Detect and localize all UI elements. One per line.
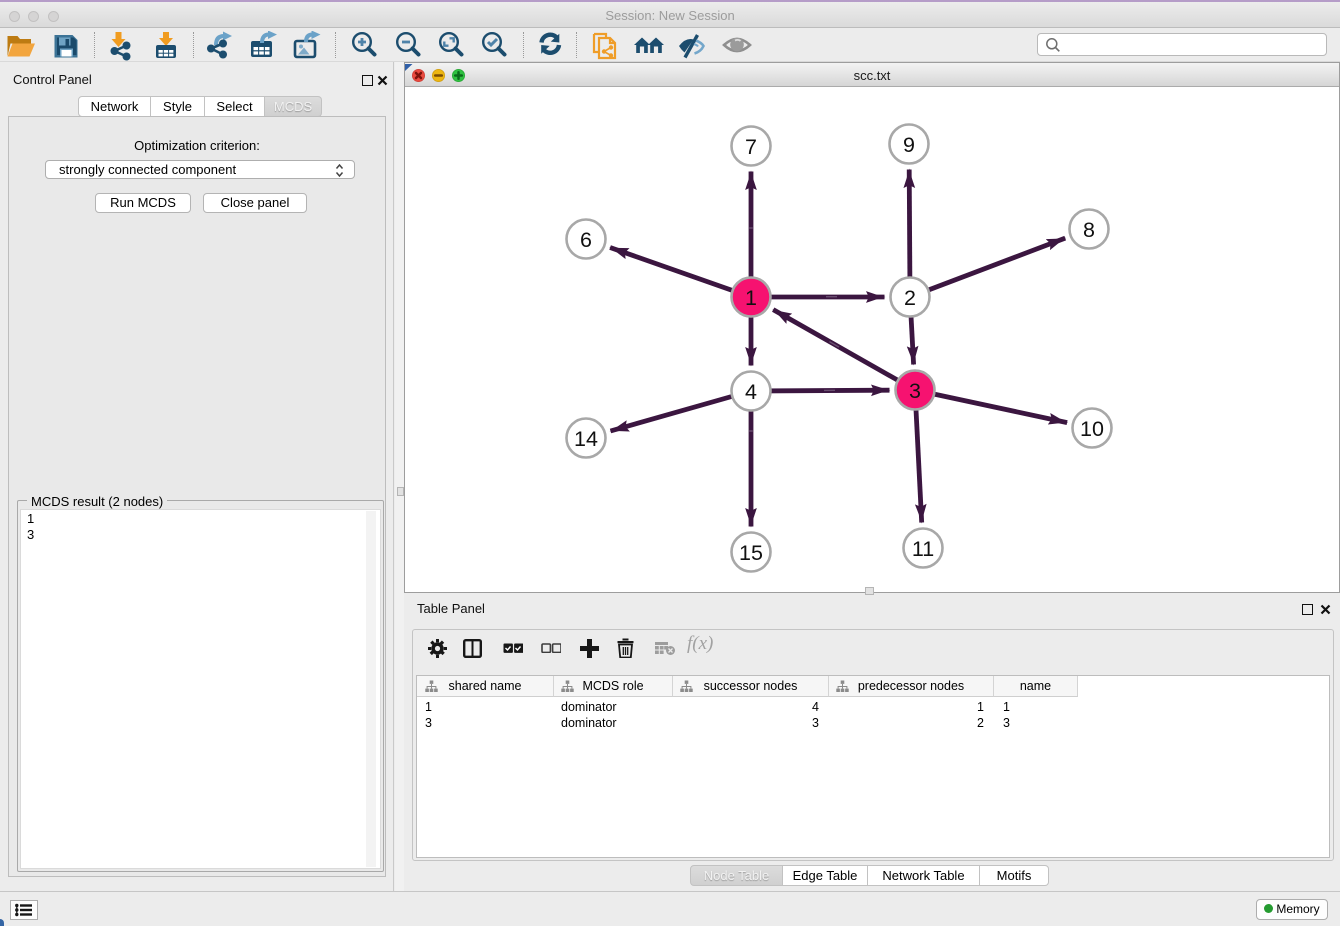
svg-text:10: 10 (1080, 417, 1104, 441)
svg-text:11: 11 (912, 537, 934, 561)
svg-text:4: 4 (745, 380, 757, 404)
svg-text:8: 8 (1083, 218, 1095, 242)
svg-text:14: 14 (574, 427, 598, 451)
svg-text:3: 3 (909, 379, 921, 403)
svg-text:6: 6 (580, 228, 592, 252)
svg-text:7: 7 (745, 135, 757, 159)
svg-text:9: 9 (903, 133, 915, 157)
svg-text:1: 1 (745, 286, 757, 310)
svg-text:15: 15 (739, 541, 763, 565)
svg-text:2: 2 (904, 286, 916, 310)
